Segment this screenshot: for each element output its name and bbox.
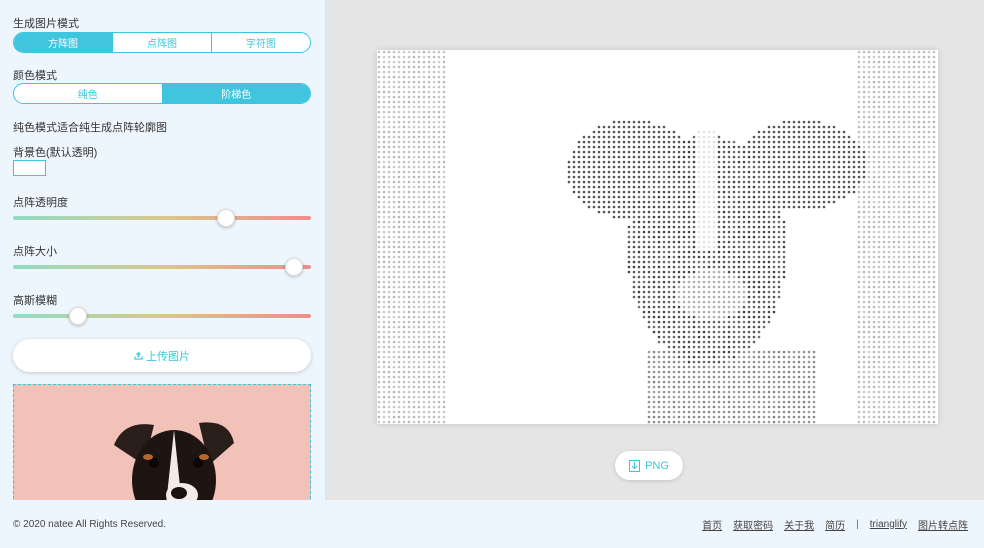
color-mode-label: 颜色模式 xyxy=(13,70,57,82)
dot-matrix-canvas xyxy=(377,50,938,424)
footer-link-img2dot[interactable]: 图片转点阵 xyxy=(918,517,968,532)
mode-selector: 方阵图 点阵图 字符图 xyxy=(13,32,311,53)
mode-dot-button[interactable]: 点阵图 xyxy=(112,33,211,52)
opacity-slider[interactable] xyxy=(13,208,311,228)
png-label: PNG xyxy=(645,459,669,472)
footer-link-get-password[interactable]: 获取密码 xyxy=(733,517,773,532)
bg-color-picker[interactable] xyxy=(13,160,46,176)
download-png-button[interactable]: PNG xyxy=(615,451,683,480)
color-solid-button[interactable]: 纯色 xyxy=(14,84,162,103)
upload-button[interactable]: 上传图片 xyxy=(13,339,311,372)
mode-label: 生成图片模式 xyxy=(13,18,79,30)
blur-slider-handle[interactable] xyxy=(69,307,87,325)
bg-color-label: 背景色(默认透明) xyxy=(13,147,98,159)
footer-link-trianglify[interactable]: trianglify xyxy=(870,519,907,530)
color-mode-selector: 纯色 阶梯色 xyxy=(13,83,311,104)
dot-matrix-image xyxy=(377,50,936,424)
upload-label: 上传图片 xyxy=(146,350,190,363)
upload-icon xyxy=(134,351,143,360)
mode-char-button[interactable]: 字符图 xyxy=(211,33,310,52)
color-gradient-button[interactable]: 阶梯色 xyxy=(161,84,310,103)
dog-photo xyxy=(14,385,310,500)
opacity-slider-handle[interactable] xyxy=(217,209,236,227)
footer-link-about[interactable]: 关于我 xyxy=(784,517,814,532)
size-slider-handle[interactable] xyxy=(284,258,303,276)
mode-grid-button[interactable]: 方阵图 xyxy=(14,33,112,52)
footer-separator: | xyxy=(856,518,859,530)
copyright-text: © 2020 natee All Rights Reserved. xyxy=(13,518,167,530)
download-icon xyxy=(629,459,641,472)
size-slider[interactable] xyxy=(13,257,311,277)
blur-slider-track xyxy=(13,314,311,318)
footer: © 2020 natee All Rights Reserved. 首页 获取密… xyxy=(0,500,984,548)
source-image-preview xyxy=(13,384,311,500)
footer-link-home[interactable]: 首页 xyxy=(702,517,722,532)
color-mode-hint: 纯色模式适合纯生成点阵轮廓图 xyxy=(13,122,167,134)
sidebar: 生成图片模式 方阵图 点阵图 字符图 颜色模式 纯色 阶梯色 纯色模式适合纯生成… xyxy=(0,0,327,500)
footer-links: 首页 获取密码 关于我 简历 | trianglify 图片转点阵 xyxy=(691,517,968,532)
size-slider-track xyxy=(13,265,311,269)
footer-link-resume[interactable]: 简历 xyxy=(825,517,845,532)
blur-slider[interactable] xyxy=(13,306,311,326)
opacity-slider-track xyxy=(13,216,311,220)
